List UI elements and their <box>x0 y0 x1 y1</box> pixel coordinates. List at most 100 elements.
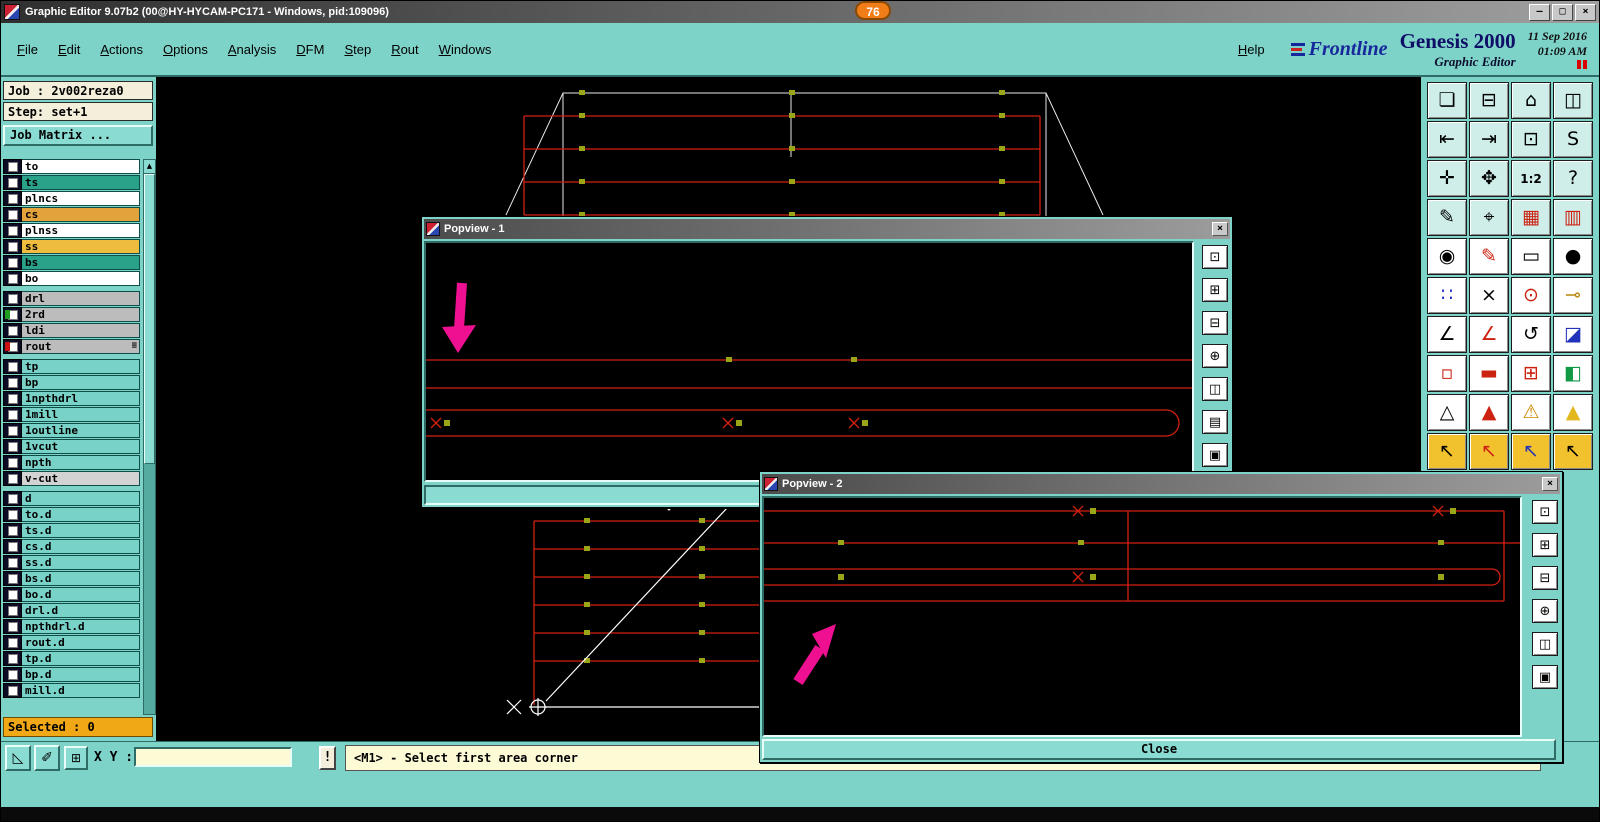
layer-row-d[interactable]: d <box>3 491 140 506</box>
pv-zoom-out-icon[interactable]: ⊟ <box>1532 566 1558 590</box>
layer-visibility-checkbox[interactable] <box>3 507 22 522</box>
pv-zoom-in-icon[interactable]: ⊞ <box>1532 533 1558 557</box>
cursor-blue-icon[interactable]: ↖ <box>1511 433 1551 470</box>
scrollbar-thumb[interactable] <box>144 174 155 464</box>
highlight-pads-icon[interactable]: ▥ <box>1553 199 1593 236</box>
highlight-net-icon[interactable]: ▦ <box>1511 199 1551 236</box>
layer-row-ss.d[interactable]: ss.d <box>3 555 140 570</box>
titlebar[interactable]: Graphic Editor 9.07b2 (00@HY-HYCAM-PC171… <box>1 1 1599 23</box>
layer-row-1mill[interactable]: 1mill <box>3 407 140 422</box>
layer-row-ts.d[interactable]: ts.d <box>3 523 140 538</box>
filled-dot-icon[interactable]: ● <box>1553 238 1593 275</box>
layer-row-mill.d[interactable]: mill.d <box>3 683 140 698</box>
layer-row-bp.d[interactable]: bp.d <box>3 667 140 682</box>
zoom-ratio-icon[interactable]: 1:2 <box>1511 160 1551 197</box>
center-target-icon[interactable]: ⊙ <box>1511 277 1551 314</box>
popview-1-window[interactable]: Popview - 1 × ⊡ ⊞ ⊟ ⊕ ◫ ▤ ▣ <box>421 216 1233 508</box>
popview-2-titlebar[interactable]: Popview - 2 × <box>762 474 1560 494</box>
layer-visibility-checkbox[interactable] <box>3 523 22 538</box>
slope-red-icon[interactable]: ∠ <box>1469 316 1509 353</box>
pv-zoom-in-icon[interactable]: ⊞ <box>1202 278 1228 302</box>
layer-visibility-checkbox[interactable] <box>3 223 22 238</box>
cursor-select-icon[interactable]: ↖ <box>1553 433 1593 470</box>
net-points-icon[interactable]: ∷ <box>1427 277 1467 314</box>
layer-visibility-checkbox[interactable] <box>3 539 22 554</box>
small-rect-icon[interactable]: ▫ <box>1427 355 1467 392</box>
layer-row-ldi[interactable]: ldi <box>3 323 140 338</box>
layer-visibility-checkbox[interactable] <box>3 423 22 438</box>
menu-item-windows[interactable]: Windows <box>429 37 502 62</box>
job-matrix-button[interactable]: Job Matrix ... <box>3 125 153 146</box>
minimize-button[interactable]: – <box>1529 3 1550 21</box>
ruler-icon[interactable]: ▭ <box>1511 238 1551 275</box>
menu-item-actions[interactable]: Actions <box>90 37 153 62</box>
layer-visibility-checkbox[interactable] <box>3 471 22 486</box>
layer-row-bo.d[interactable]: bo.d <box>3 587 140 602</box>
layer-visibility-checkbox[interactable] <box>3 191 22 206</box>
scroll-up-icon[interactable]: ▲ <box>144 160 155 174</box>
layer-visibility-checkbox[interactable] <box>3 239 22 254</box>
layer-visibility-checkbox[interactable] <box>3 159 22 174</box>
layer-visibility-checkbox[interactable] <box>3 491 22 506</box>
layer-visibility-checkbox[interactable] <box>3 323 22 338</box>
menu-item-dfm[interactable]: DFM <box>286 37 334 62</box>
menu-item-step[interactable]: Step <box>334 37 381 62</box>
layer-visibility-checkbox[interactable] <box>3 651 22 666</box>
menu-item-options[interactable]: Options <box>153 37 218 62</box>
layer-row-v-cut[interactable]: v-cut <box>3 471 140 486</box>
layer-row-npthdrl.d[interactable]: npthdrl.d <box>3 619 140 634</box>
pv-prev-view-icon[interactable]: ◫ <box>1202 377 1228 401</box>
layer-row-2rd[interactable]: 2rd <box>3 307 140 322</box>
layer-row-tp.d[interactable]: tp.d <box>3 651 140 666</box>
layer-visibility-checkbox[interactable] <box>3 307 22 322</box>
layer-visibility-checkbox[interactable] <box>3 291 22 306</box>
popview-2-window[interactable]: Popview - 2 × ⊡ ⊞ ⊟ ⊕ ◫ ▣ Close <box>759 471 1563 763</box>
key-icon[interactable]: ⊸ <box>1553 277 1593 314</box>
layer-row-rout[interactable]: rout ≡ <box>3 339 140 354</box>
layer-visibility-checkbox[interactable] <box>3 555 22 570</box>
layer-row-bp[interactable]: bp <box>3 375 140 390</box>
triangle-red-icon[interactable]: ▲ <box>1469 394 1509 431</box>
layer-visibility-checkbox[interactable] <box>3 175 22 190</box>
triangle-outline-icon[interactable]: △ <box>1427 394 1467 431</box>
delete-icon[interactable]: × <box>1469 277 1509 314</box>
layer-visibility-checkbox[interactable] <box>3 439 22 454</box>
layer-visibility-checkbox[interactable] <box>3 255 22 270</box>
pv-zoom-out-icon[interactable]: ⊟ <box>1202 311 1228 335</box>
area-corner-icon[interactable]: ◺ <box>5 745 31 771</box>
layer-list-scrollbar[interactable]: ▲ <box>143 159 156 715</box>
layer-row-to.d[interactable]: to.d <box>3 507 140 522</box>
layer-row-plnss[interactable]: plnss <box>3 223 140 238</box>
layer-row-cs[interactable]: cs <box>3 207 140 222</box>
layer-row-bo[interactable]: bo <box>3 271 140 286</box>
layer-row-to[interactable]: to <box>3 159 140 174</box>
layer-row-1vcut[interactable]: 1vcut <box>3 439 140 454</box>
xy-input[interactable] <box>134 747 292 767</box>
layer-visibility-checkbox[interactable] <box>3 603 22 618</box>
menu-item-help[interactable]: Help <box>1228 37 1275 62</box>
popview-1-close-icon[interactable]: × <box>1212 222 1228 236</box>
layer-row-1outline[interactable]: 1outline <box>3 423 140 438</box>
snapshot-icon[interactable]: ◉ <box>1427 238 1467 275</box>
layer-visibility-checkbox[interactable] <box>3 407 22 422</box>
pv-pan-icon[interactable]: ⊕ <box>1202 344 1228 368</box>
layer-row-bs.d[interactable]: bs.d <box>3 571 140 586</box>
cursor-black-icon[interactable]: ↖ <box>1427 433 1467 470</box>
menu-item-edit[interactable]: Edit <box>48 37 90 62</box>
layer-row-ts[interactable]: ts <box>3 175 140 190</box>
warning-icon[interactable]: ⚠ <box>1511 394 1551 431</box>
tile-windows-icon[interactable]: ◫ <box>1553 82 1593 119</box>
popview-2-close-icon[interactable]: × <box>1542 477 1558 491</box>
popview-2-canvas[interactable] <box>762 496 1522 737</box>
dash-icon[interactable]: ▬ <box>1469 355 1509 392</box>
layer-visibility-checkbox[interactable] <box>3 455 22 470</box>
cross-window-icon[interactable]: ⊞ <box>1511 355 1551 392</box>
layer-visibility-checkbox[interactable] <box>3 271 22 286</box>
monitor-icon[interactable]: ⊟ <box>1469 82 1509 119</box>
pv-prev-view-icon[interactable]: ◫ <box>1532 632 1558 656</box>
layer-row-plncs[interactable]: plncs <box>3 191 140 206</box>
layer-row-npth[interactable]: npth <box>3 455 140 470</box>
pv-layers-icon[interactable]: ▤ <box>1202 410 1228 434</box>
layer-visibility-checkbox[interactable] <box>3 339 22 354</box>
layer-visibility-checkbox[interactable] <box>3 571 22 586</box>
